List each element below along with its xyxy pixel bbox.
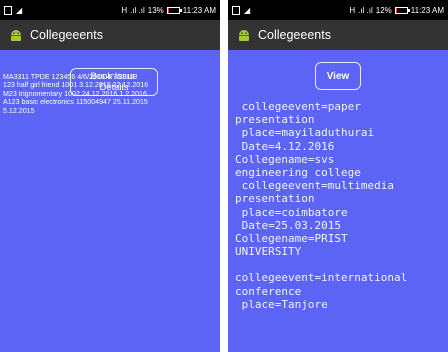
records-list: MA3311 TPDE 123456 4/6/2016 4/7/2016 123 …: [3, 73, 218, 115]
record-row: 123 half girl friend 1001 3.12.2016 22.1…: [3, 81, 149, 90]
event-line: engineering college: [235, 166, 361, 180]
event-line: presentation: [235, 113, 315, 127]
app-bar: Collegeeents: [228, 20, 448, 50]
record-row: MA3311 TPDE 123456 4/6/2016 4/7/2016: [3, 73, 135, 81]
event-line: presentation: [235, 192, 315, 206]
events-list: collegeevent=paper presentation place=may…: [235, 100, 448, 311]
sim-icon: H: [121, 5, 128, 15]
event-line: collegeevent=multimedia: [235, 179, 394, 193]
event-line: Collegename=svs: [235, 152, 335, 166]
event-line: UNIVERSITY: [235, 245, 302, 259]
app-title: Collegeeents: [30, 28, 103, 42]
main-content: View collegeevent=paper presentation plac…: [228, 50, 448, 352]
event-line: Date=25.03.2015: [235, 218, 341, 232]
sim-icon: H: [349, 5, 356, 15]
right-screen: ◢ H .ıl .ıl 12% 11:23 AM Collegeeents Vi…: [228, 0, 448, 352]
battery-fill: [395, 7, 398, 13]
android-notification-icon: ◢: [244, 5, 251, 15]
left-screen: ◢ H .ıl .ıl 13% 11:23 AM Collegeeents Bo…: [0, 0, 220, 352]
signal-icon: .ıl .ıl: [358, 5, 373, 15]
notification-icon: [4, 5, 12, 15]
clock: 11:23 AM: [182, 5, 216, 15]
status-bar: ◢ H .ıl .ıl 13% 11:23 AM: [0, 0, 220, 20]
notification-icon: [232, 5, 240, 15]
battery-percent: 13%: [147, 5, 164, 15]
view-button[interactable]: View: [315, 62, 361, 90]
event-line: collegeevent=international: [235, 271, 408, 285]
app-bar: Collegeeents: [0, 20, 220, 50]
android-logo-icon: [11, 30, 21, 41]
android-logo-icon: [239, 30, 249, 41]
battery-percent: 12%: [375, 5, 392, 15]
battery-icon: [394, 6, 410, 14]
event-line: place=Tanjore: [235, 297, 328, 311]
event-line: Date=4.12.2016: [235, 139, 335, 153]
battery-fill: [167, 7, 170, 13]
record-row: 5.12.2015: [3, 106, 35, 115]
android-notification-icon: ◢: [16, 5, 23, 15]
status-bar: ◢ H .ıl .ıl 12% 11:23 AM: [228, 0, 448, 20]
event-line: collegeevent=paper: [235, 100, 361, 113]
battery-icon: [166, 6, 182, 14]
record-row: A123 basic electronics 115004947 25.11.2…: [3, 98, 148, 107]
event-line: conference: [235, 284, 302, 298]
record-row: M23 trignomentary 1002 24.12.2016 1.2.20…: [3, 89, 147, 98]
event-line: place=coimbatore: [235, 205, 348, 219]
clock: 11:23 AM: [410, 5, 444, 15]
signal-icon: .ıl .ıl: [130, 5, 145, 15]
event-line: Collegename=PRIST: [235, 232, 348, 246]
event-line: place=mayiladuthurai: [235, 126, 375, 140]
app-title: Collegeeents: [258, 28, 331, 42]
